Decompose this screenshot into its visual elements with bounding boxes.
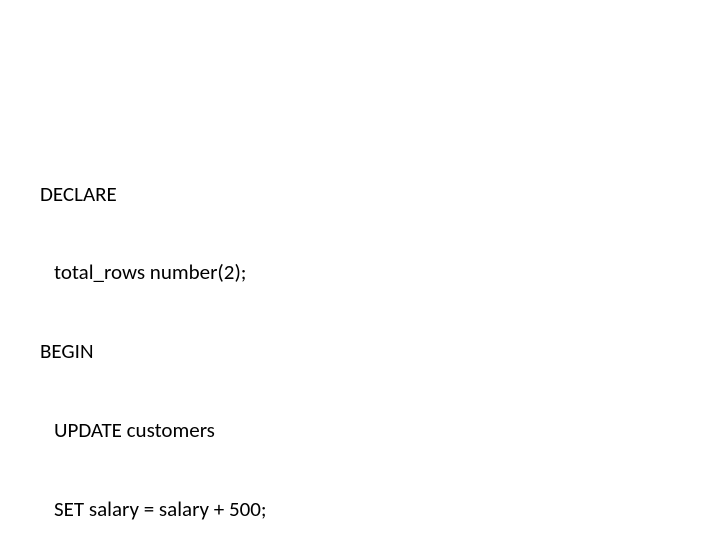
code-line: DECLARE xyxy=(40,181,680,207)
code-line: total_rows number(2); xyxy=(40,259,680,285)
code-line: UPDATE customers xyxy=(40,417,680,443)
code-line: BEGIN xyxy=(40,338,680,364)
slide: DECLARE total_rows number(2); BEGIN UPDA… xyxy=(0,0,720,540)
code-block: DECLARE total_rows number(2); BEGIN UPDA… xyxy=(40,128,680,540)
code-line: SET salary = salary + 500; xyxy=(40,496,680,522)
